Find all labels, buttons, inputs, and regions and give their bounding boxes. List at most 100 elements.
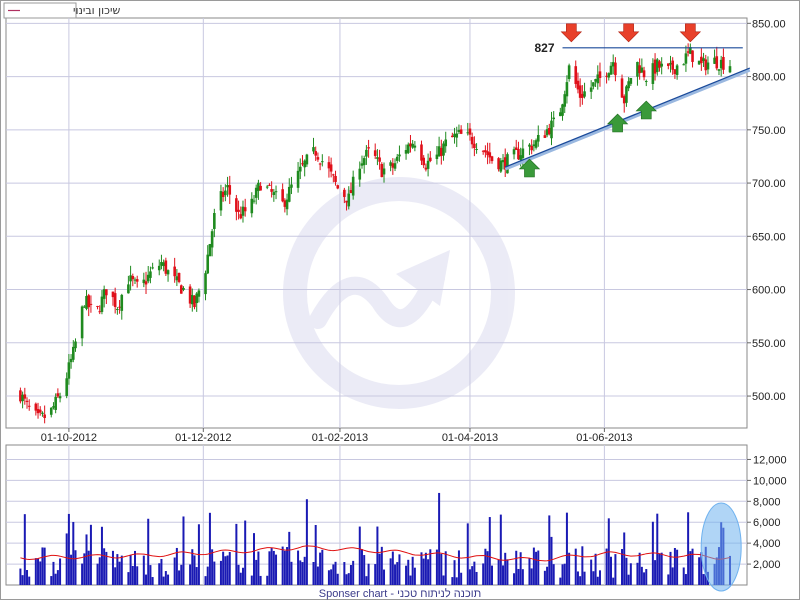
candle-body <box>89 303 93 305</box>
candle-body <box>316 157 320 160</box>
candle-body <box>642 70 646 78</box>
candle-body <box>54 396 57 410</box>
volume-bar <box>689 551 692 585</box>
candle-body <box>65 378 68 396</box>
candle-body <box>173 266 176 277</box>
candle-body <box>468 128 472 135</box>
volume-bar <box>698 557 701 585</box>
volume-bar <box>574 548 577 585</box>
candle-body <box>332 174 335 176</box>
volume-bar <box>131 565 134 585</box>
candle-body <box>116 309 119 311</box>
candle-body <box>268 184 271 186</box>
volume-bar <box>100 526 103 585</box>
volume-highlight-ellipse <box>700 502 742 592</box>
volume-bar <box>158 563 161 585</box>
volume-bar <box>164 571 167 585</box>
candle-body <box>224 190 227 196</box>
volume-bar <box>327 570 330 585</box>
candle-body <box>565 82 569 97</box>
volume-bar <box>627 574 630 585</box>
volume-bar <box>151 577 154 585</box>
candle-body <box>274 191 278 193</box>
volume-bar <box>656 513 659 585</box>
volume-bar <box>484 548 487 585</box>
volume-bar <box>118 561 121 585</box>
volume-bar <box>548 515 551 585</box>
candle-body <box>105 289 108 296</box>
volume-bar <box>178 570 181 585</box>
volume-bar <box>321 549 324 585</box>
volume-bar <box>222 551 225 585</box>
volume-bar <box>363 555 366 585</box>
candle-body <box>71 346 75 360</box>
volume-bar <box>413 567 416 585</box>
price-tick-label: 500.00 <box>752 391 786 403</box>
volume-bar <box>173 557 176 585</box>
x-tick-label: 01-12-2012 <box>175 432 231 444</box>
candle-body <box>243 207 247 212</box>
candle-body <box>23 394 27 399</box>
volume-bar <box>56 570 59 585</box>
candle-body <box>398 154 401 157</box>
x-tick-label: 01-06-2013 <box>576 432 632 444</box>
candle-body <box>252 200 256 202</box>
volume-bar <box>120 555 123 585</box>
candle-body <box>144 281 148 285</box>
price-tick-label: 550.00 <box>752 338 786 350</box>
volume-bar <box>204 576 207 585</box>
volume-bar <box>272 550 275 585</box>
volume-bar <box>581 546 584 585</box>
candle-body <box>131 276 135 280</box>
candle-body <box>675 65 679 75</box>
volume-bar <box>352 560 355 585</box>
volume-bar <box>111 550 114 585</box>
candle-body <box>512 149 516 155</box>
candle-body <box>426 160 430 169</box>
candle-body <box>100 296 104 312</box>
candle-body <box>41 412 44 414</box>
volume-bar <box>424 552 427 585</box>
candle-body <box>305 154 309 165</box>
volume-bar <box>50 576 53 585</box>
candle-body <box>265 186 269 188</box>
volume-bar <box>65 533 68 585</box>
volume-bar <box>475 571 478 585</box>
candle-body <box>362 158 366 166</box>
volume-bar <box>676 549 679 585</box>
candle-body <box>473 143 476 149</box>
volume-bar <box>72 521 75 585</box>
volume-bar <box>455 577 458 585</box>
volume-bar <box>332 564 335 585</box>
price-tick-label: 850.00 <box>752 18 786 30</box>
volume-bar <box>460 572 463 585</box>
volume-bar <box>561 564 564 585</box>
volume-bar <box>358 526 361 585</box>
volume-bar <box>39 561 42 585</box>
volume-bar <box>440 553 443 585</box>
volume-bar <box>213 561 216 585</box>
volume-bar <box>457 550 460 585</box>
volume-bar <box>208 512 211 585</box>
candle-body <box>351 176 355 196</box>
candle-body <box>228 185 232 195</box>
candle-body <box>314 151 318 156</box>
volume-bar <box>103 548 106 585</box>
volume-bar <box>182 516 185 585</box>
volume-bar <box>147 518 150 585</box>
volume-bar <box>114 567 117 585</box>
volume-bar <box>499 514 502 585</box>
volume-bar <box>345 574 348 585</box>
candle-body <box>197 290 201 297</box>
volume-bar <box>167 574 170 585</box>
volume-bar <box>453 560 456 585</box>
volume-bar <box>565 512 568 585</box>
volume-bar <box>367 563 370 585</box>
price-tick-label: 600.00 <box>752 285 786 297</box>
legend[interactable]: שיכון ובינוי <box>3 2 120 19</box>
candle-body <box>67 362 71 379</box>
candle-body <box>166 270 170 275</box>
volume-bar <box>226 555 229 585</box>
volume-bar <box>590 559 593 585</box>
volume-bar <box>409 575 412 585</box>
